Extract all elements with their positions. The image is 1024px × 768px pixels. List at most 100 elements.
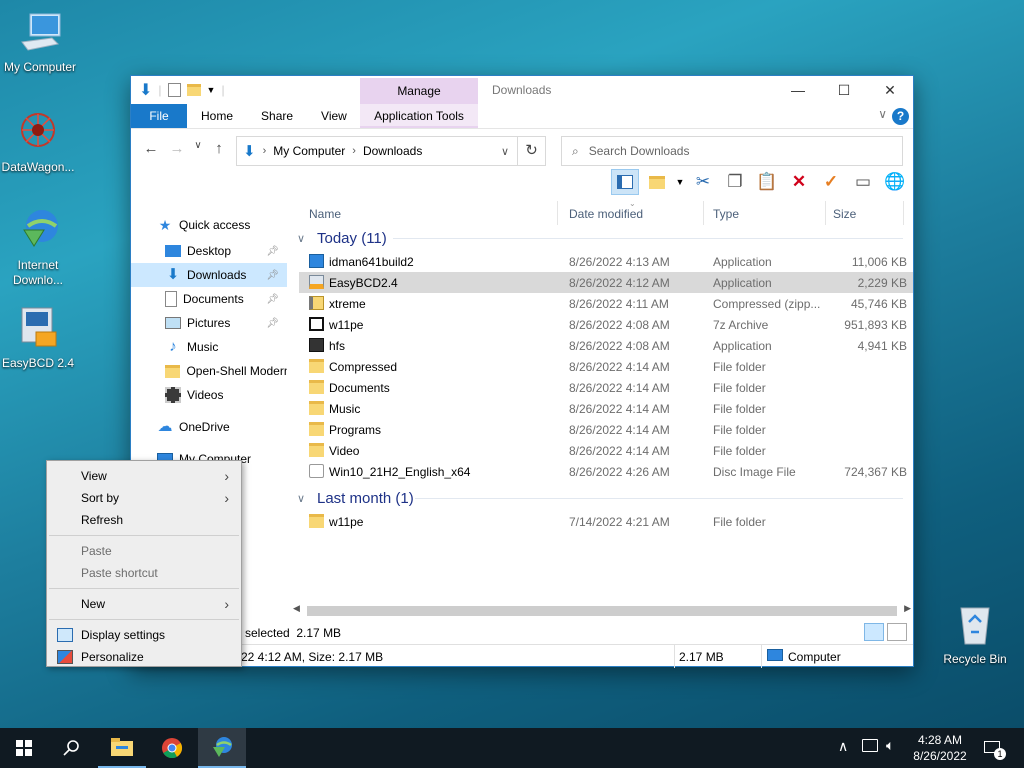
file-row[interactable]: Compressed 8/26/2022 4:14 AM File folder [299,356,913,377]
menu-item-sort-by[interactable]: Sort by › [47,487,241,509]
breadcrumb-my-computer[interactable]: My Computer [273,144,345,158]
file-row[interactable]: hfs 8/26/2022 4:08 AM Application 4,941 KB [299,335,913,356]
menu-item-personalize[interactable]: Personalize [47,646,241,668]
taskbar-idm[interactable] [198,728,246,768]
horizontal-scrollbar[interactable]: ◀ ▶ [291,603,913,618]
menu-item-refresh[interactable]: Refresh [47,509,241,531]
file-row[interactable]: Programs 8/26/2022 4:14 AM File folder [299,419,913,440]
back-arrow-icon[interactable]: ← [141,140,161,157]
menu-item-view[interactable]: View › [47,465,241,487]
column-name[interactable]: Name [309,207,341,221]
start-button[interactable] [0,728,48,768]
ribbon-expand-icon[interactable]: ∨ [878,107,887,121]
volume-icon[interactable]: 🔈︎ [886,737,894,768]
globe-icon[interactable]: 🌐 [881,169,909,195]
chevron-right-icon[interactable]: › [263,145,267,157]
nav-item-onedrive[interactable]: ☁ OneDrive [131,415,287,439]
taskbar-file-explorer[interactable] [98,728,146,768]
nav-item-documents[interactable]: Documents 📌︎ [131,287,287,311]
nav-item-music[interactable]: ♪ Music [131,335,287,359]
network-icon[interactable] [862,739,878,752]
scrollbar-thumb[interactable] [307,606,897,616]
folder-options-icon[interactable] [643,169,671,195]
file-row[interactable]: Win10_21H2_English_x64 8/26/2022 4:26 AM D… [299,461,913,482]
column-type[interactable]: Type [713,207,739,221]
scroll-left-icon[interactable]: ◀ [293,603,300,614]
chevron-right-icon[interactable]: › [352,145,356,157]
status-bar: selected 2.17 MB [131,621,913,643]
pin-icon[interactable]: 📌︎ [266,246,279,257]
desktop-icon-recycle-bin[interactable]: Recycle Bin [935,600,1015,667]
nav-item-videos[interactable]: Videos [131,383,287,407]
properties-icon[interactable]: ▭ [849,169,877,195]
qat-dropdown-icon[interactable]: ▼ [207,85,216,95]
column-date-modified[interactable]: Date modified [569,207,643,221]
column-size[interactable]: Size [833,207,856,221]
pin-icon[interactable]: 📌︎ [266,294,279,305]
minimize-button[interactable]: — [775,76,821,104]
chevron-right-icon: › [224,468,229,484]
cut-icon[interactable]: ✂ [689,169,717,195]
desktop-icon-idm[interactable]: Internet Downlo... [0,206,78,288]
file-row[interactable]: w11pe 7/14/2022 4:21 AM File folder [299,511,913,532]
tab-manage[interactable]: Manage [360,78,478,104]
help-icon[interactable]: ? [892,108,909,125]
nav-item-pictures[interactable]: Pictures 📌︎ [131,311,287,335]
breadcrumb-downloads[interactable]: Downloads [363,144,422,158]
taskbar-search-button[interactable] [48,728,96,768]
up-arrow-icon[interactable]: ↑ [209,140,229,157]
refresh-button[interactable]: ↻ [518,136,546,166]
close-button[interactable]: ✕ [867,76,913,104]
nav-item-desktop[interactable]: Desktop 📌︎ [131,239,287,263]
delete-icon[interactable]: ✕ [785,169,813,195]
file-name: Win10_21H2_English_x64 [329,465,471,479]
taskbar-chrome[interactable] [148,728,196,768]
file-row[interactable]: Music 8/26/2022 4:14 AM File folder [299,398,913,419]
tab-view[interactable]: View [307,104,361,128]
details-view-icon[interactable] [864,623,884,641]
nav-item-downloads[interactable]: ⬇ Downloads 📌︎ [131,263,287,287]
nav-item-quick-access[interactable]: ★ Quick access [131,213,287,237]
notification-center-button[interactable]: 1 [982,728,1006,768]
tab-file[interactable]: File [131,104,187,128]
menu-item-display-settings[interactable]: Display settings [47,624,241,646]
maximize-button[interactable]: ☐ [821,76,867,104]
large-icons-view-icon[interactable] [887,623,907,641]
search-input[interactable] [588,144,869,158]
navigation-pane-icon[interactable] [611,169,639,195]
nav-item-open-shell-modern[interactable]: Open-Shell Modern [131,359,287,383]
search-box[interactable]: ⌕ [561,136,903,166]
file-row[interactable]: EasyBCD2.4 8/26/2022 4:12 AM Application 2,… [299,272,913,293]
file-row[interactable]: w11pe 8/26/2022 4:08 AM 7z Archive 951,893 … [299,314,913,335]
file-row[interactable]: Documents 8/26/2022 4:14 AM File folder [299,377,913,398]
rename-icon[interactable]: ✓ [817,169,845,195]
new-folder-icon[interactable] [186,84,201,96]
file-row[interactable]: idman641build2 8/26/2022 4:13 AM Applicati… [299,251,913,272]
desktop-icon-easybcd[interactable]: EasyBCD 2.4 [0,304,78,371]
group-header[interactable]: ∨ Last month (1) [297,485,913,511]
dropdown-arrow-icon[interactable]: ▼ [675,169,685,195]
download-arrow-icon[interactable]: ⬇ [139,80,152,100]
copy-icon[interactable]: ❐ [721,169,749,195]
scroll-right-icon[interactable]: ▶ [904,603,911,614]
show-hidden-icons-icon[interactable]: ∧ [838,738,848,768]
desktop-icon-datawagon[interactable]: DataWagon... [0,108,78,175]
properties-icon[interactable] [167,83,181,97]
recent-locations-icon[interactable]: ∨ [193,140,203,157]
tab-share[interactable]: Share [247,104,307,128]
menu-item-label: Paste shortcut [81,566,158,580]
file-row[interactable]: xtreme 8/26/2022 4:11 AM Compressed (zipp.… [299,293,913,314]
menu-item-new[interactable]: New › [47,593,241,615]
forward-arrow-icon[interactable]: → [167,140,187,157]
pin-icon[interactable]: 📌︎ [266,318,279,329]
tab-home[interactable]: Home [187,104,247,128]
group-header[interactable]: ∨ Today (11) [297,225,913,251]
chevron-down-icon[interactable]: ∨ [501,145,509,158]
clock[interactable]: 4:28 AM 8/26/2022 [898,732,982,764]
pin-icon[interactable]: 📌︎ [266,270,279,281]
file-row[interactable]: Video 8/26/2022 4:14 AM File folder [299,440,913,461]
desktop-icon-my-computer[interactable]: My Computer [0,8,80,75]
address-bar[interactable]: ⬇ › My Computer › Downloads ∨ [236,136,518,166]
paste-icon[interactable]: 📋 [753,169,781,195]
tab-application-tools[interactable]: Application Tools [360,104,478,128]
